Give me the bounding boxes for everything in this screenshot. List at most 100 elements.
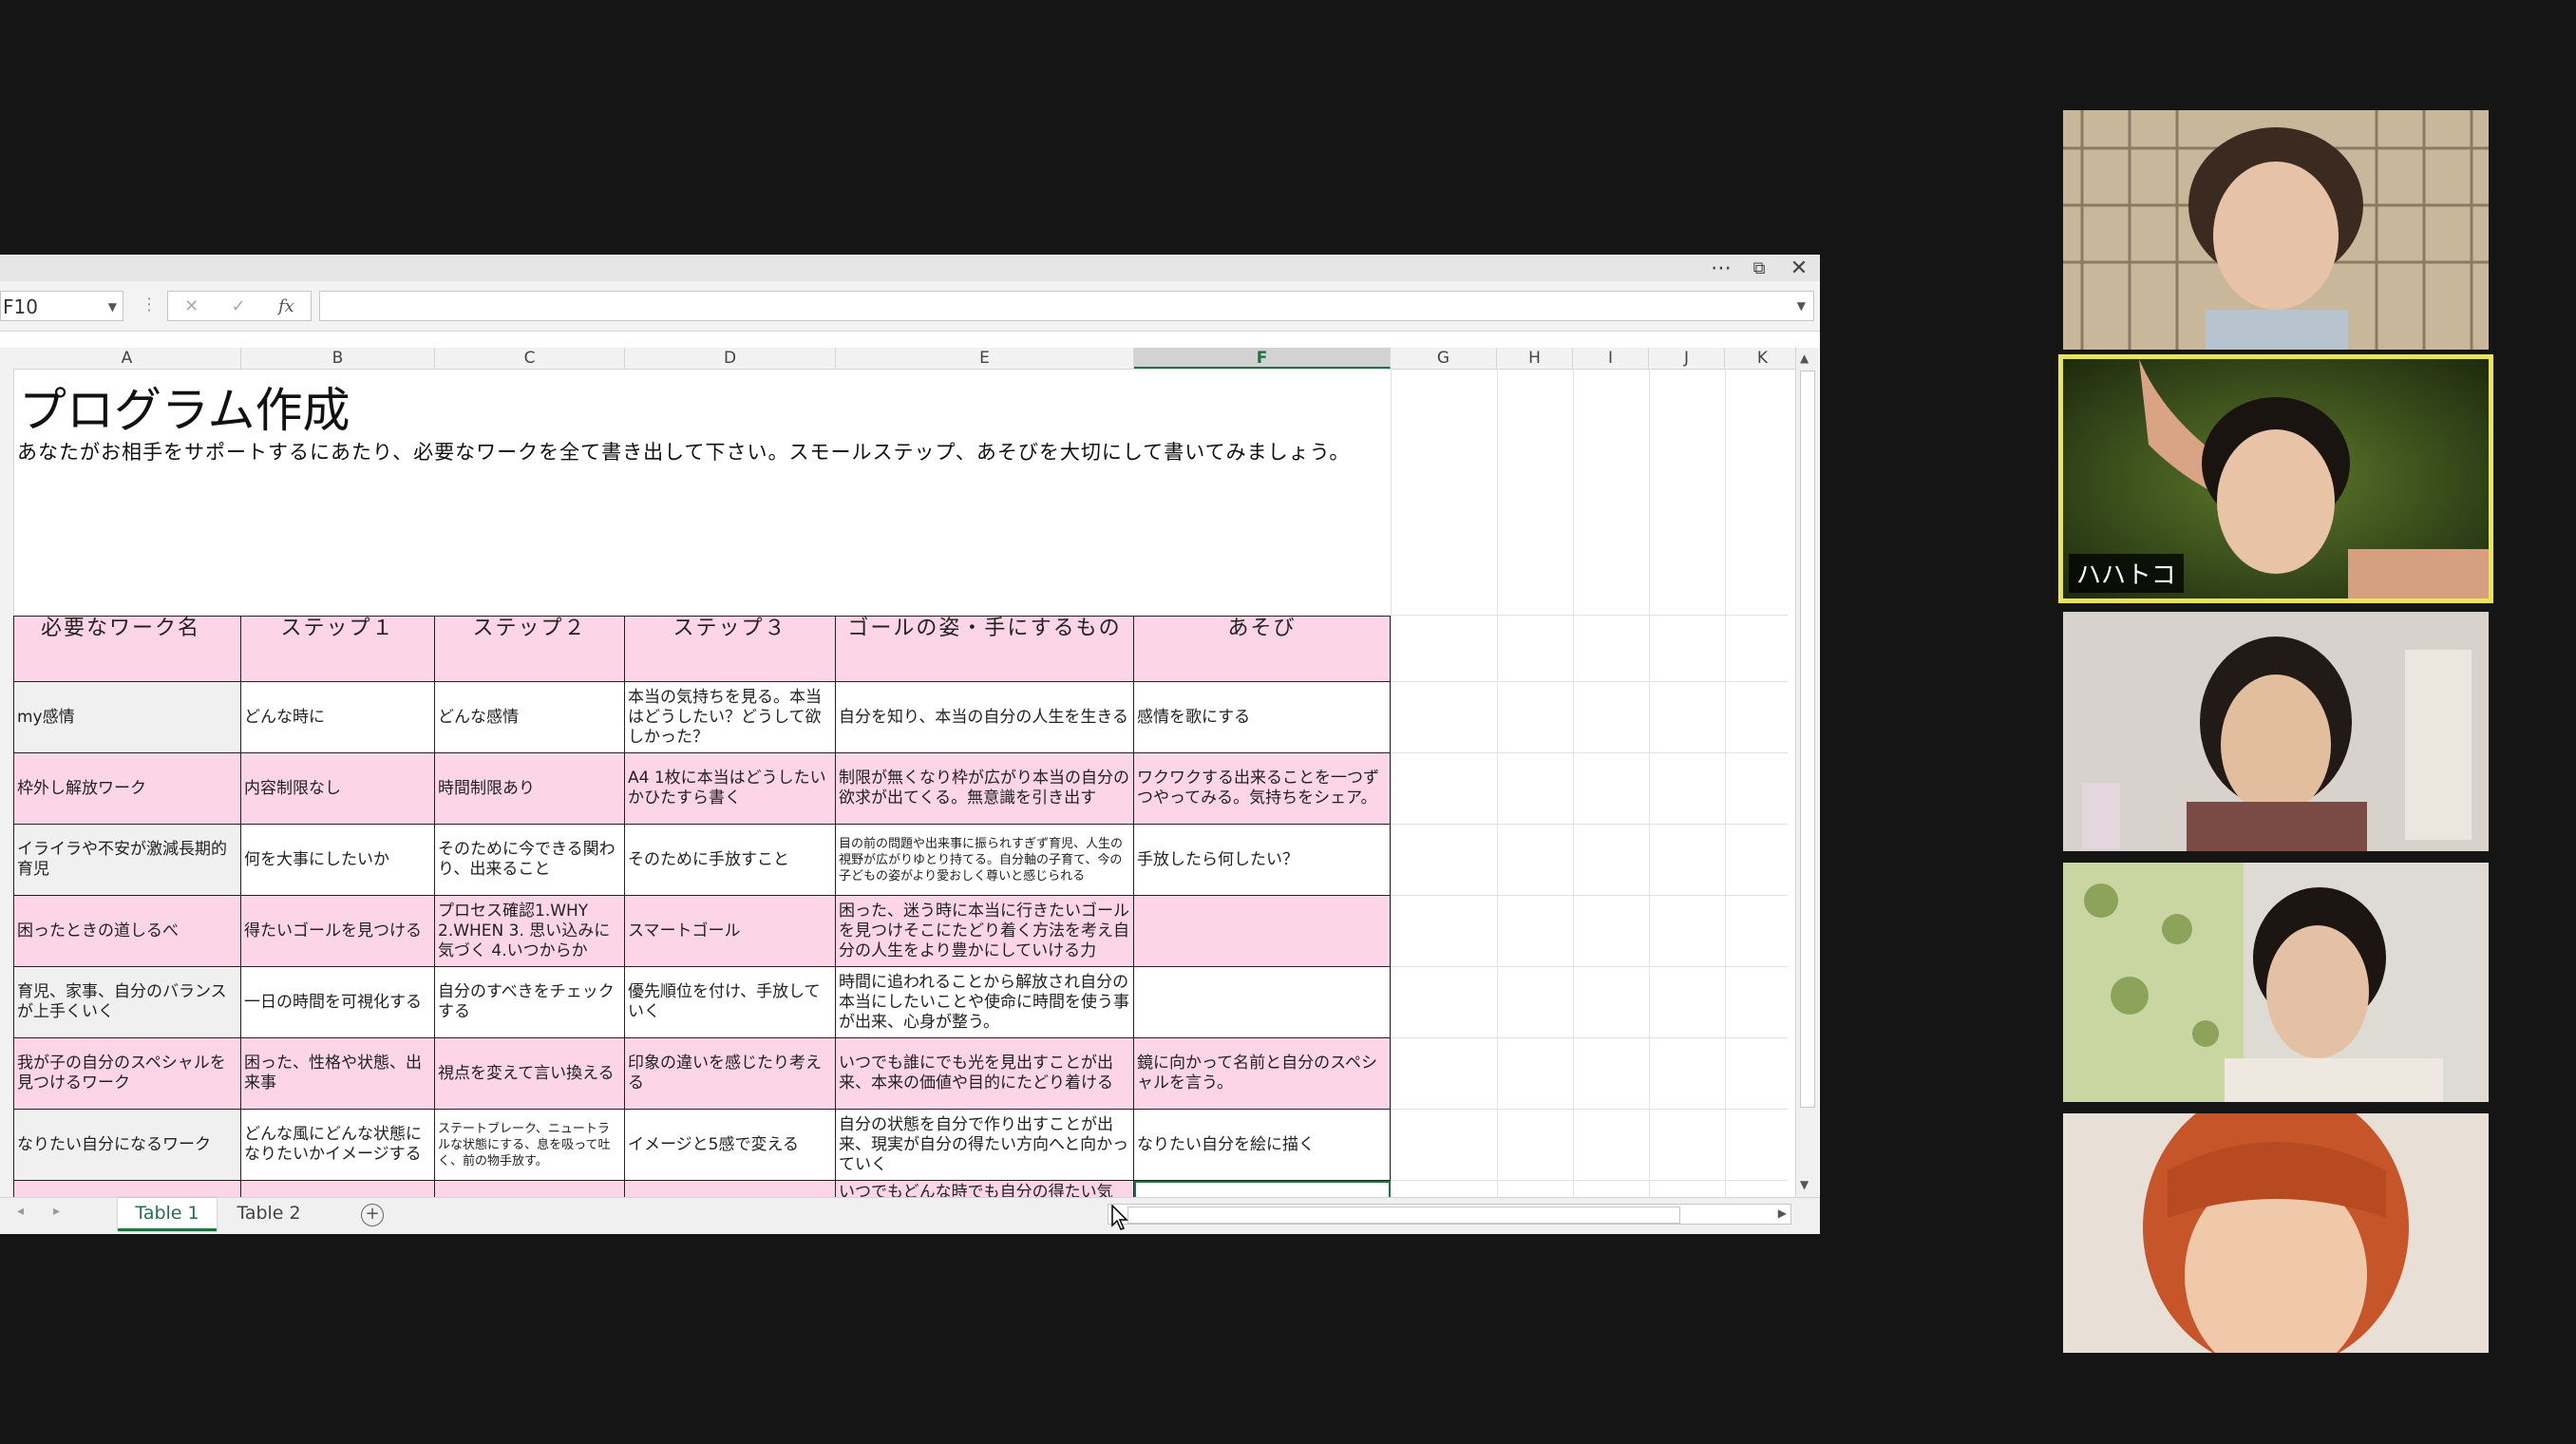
sheet-title: プログラム作成 xyxy=(19,383,350,438)
table-header-cell[interactable]: 必要なワーク名 xyxy=(13,616,241,682)
table-header-cell[interactable]: あそび xyxy=(1134,616,1391,682)
table-cell[interactable]: 自分を知り、本当の自分の人生を生きる xyxy=(836,682,1134,753)
table-header-cell[interactable]: ステップ１ xyxy=(241,616,435,682)
column-header-g[interactable]: G xyxy=(1391,348,1497,369)
table-cell[interactable]: 手放したら何したい？ xyxy=(1134,825,1391,896)
column-header-c[interactable]: C xyxy=(435,348,625,369)
table-cell[interactable]: どんな時に xyxy=(241,682,435,753)
table-cell[interactable]: A4 1枚に本当はどうしたいかひたすら書く xyxy=(625,753,836,825)
column-header-f[interactable]: F xyxy=(1134,348,1391,369)
scroll-down-icon[interactable]: ▼ xyxy=(1800,1178,1809,1191)
formula-input[interactable]: ▼ xyxy=(319,291,1814,321)
table-cell[interactable]: 育児、家事、自分のバランスが上手くいく xyxy=(13,967,241,1038)
table-cell[interactable]: イライラや不安が激減長期的育児 xyxy=(13,825,241,896)
column-header-k[interactable]: K xyxy=(1725,348,1801,369)
close-icon[interactable]: ✕ xyxy=(1780,255,1818,281)
cancel-icon[interactable]: ✕ xyxy=(184,296,199,316)
table-header-cell[interactable]: ステップ２ xyxy=(435,616,625,682)
table-cell[interactable]: なりたい自分を絵に描く xyxy=(1134,1110,1391,1181)
table-cell[interactable]: 自分の状態を自分で作り出すことが出来、現実が自分の得たい方向へと向かっていく xyxy=(836,1110,1134,1181)
table-cell[interactable]: どんな風にどんな状態になりたいかイメージする xyxy=(241,1110,435,1181)
column-header-e[interactable]: E xyxy=(836,348,1134,369)
table-cell[interactable]: どんな感情 xyxy=(435,682,625,753)
table-cell[interactable]: 困った、迷う時に本当に行きたいゴールを見つけそこにたどり着く方法を考え自分の人生… xyxy=(836,896,1134,967)
gridline xyxy=(1725,369,1726,1197)
participant-video-4[interactable] xyxy=(2063,863,2489,1102)
table-cell[interactable]: そのために手放すこと xyxy=(625,825,836,896)
table-cell[interactable]: 枠外し解放ワーク xyxy=(13,753,241,825)
table-header-cell[interactable]: ゴールの姿・手にするもの xyxy=(836,616,1134,682)
chevron-down-icon[interactable]: ▼ xyxy=(108,292,117,322)
table-cell[interactable]: 困ったときの道しるべ xyxy=(13,896,241,967)
table-cell[interactable]: 内容制限なし xyxy=(241,753,435,825)
table-cell[interactable]: 何を大事にしたいか xyxy=(241,825,435,896)
check-icon[interactable]: ✓ xyxy=(232,296,246,316)
participant-1-video-frame xyxy=(2063,110,2489,350)
table-cell[interactable] xyxy=(1134,1181,1391,1197)
table-cell[interactable]: プロセス確認1.WHY 2.WHEN 3. 思い込みに気づく 4.いつからか xyxy=(435,896,625,967)
table-cell[interactable]: 我が子の自分のスペシャルを見つけるワーク xyxy=(13,1038,241,1110)
table-cell[interactable] xyxy=(241,1181,435,1197)
table-cell[interactable]: 感情を歌にする xyxy=(1134,682,1391,753)
horizontal-scroll-thumb[interactable] xyxy=(1127,1206,1680,1224)
tab-prev-icon[interactable]: ◂ xyxy=(17,1204,24,1219)
table-cell[interactable]: スマートゴール xyxy=(625,896,836,967)
table-header-cell[interactable]: ステップ３ xyxy=(625,616,836,682)
separator-icon: ⋮ xyxy=(141,294,158,314)
table-cell[interactable]: 制限が無くなり枠が広がり本当の自分の欲求が出てくる。無意識を引き出す xyxy=(836,753,1134,825)
add-sheet-icon[interactable]: + xyxy=(361,1204,384,1226)
spreadsheet-window: ⋯ ⧉ ✕ F10 ▼ ⋮ ✕ ✓ fx ▼ ABCDEFGHIJK プログラム… xyxy=(0,255,1820,1234)
tab-table-1[interactable]: Table 1 xyxy=(118,1198,217,1231)
tab-next-icon[interactable]: ▸ xyxy=(53,1204,60,1219)
table-cell[interactable]: ワクワクする出来ることを一つずつやってみる。気持ちをシェア。 xyxy=(1134,753,1391,825)
table-cell[interactable]: イメージと5感で変える xyxy=(625,1110,836,1181)
vertical-scroll-thumb[interactable] xyxy=(1800,370,1815,1108)
function-icon[interactable]: fx xyxy=(278,296,294,316)
column-header-d[interactable]: D xyxy=(625,348,836,369)
table-cell[interactable]: なりたい自分になるワーク xyxy=(13,1110,241,1181)
table-cell[interactable]: 鏡に向かって名前と自分のスペシャルを言う。 xyxy=(1134,1038,1391,1110)
name-box[interactable]: F10 ▼ xyxy=(0,291,123,321)
table-cell[interactable]: 自分のすべきをチェックする xyxy=(435,967,625,1038)
table-cell[interactable] xyxy=(13,1181,241,1197)
column-header-i[interactable]: I xyxy=(1573,348,1649,369)
restore-icon[interactable]: ⧉ xyxy=(1740,255,1778,281)
tab-table-2[interactable]: Table 2 xyxy=(224,1198,313,1228)
gridline xyxy=(1391,824,1788,825)
table-cell[interactable]: いつでもどんな時でも自分の得たい気 xyxy=(836,1181,1134,1197)
table-cell[interactable]: そのために今できる関わり、出来ること xyxy=(435,825,625,896)
table-cell[interactable]: 印象の違いを感じたり考える xyxy=(625,1038,836,1110)
table-cell[interactable]: 優先順位を付け、手放していく xyxy=(625,967,836,1038)
table-cell[interactable] xyxy=(435,1181,625,1197)
horizontal-scrollbar[interactable]: ▶ xyxy=(1108,1204,1791,1225)
scroll-up-icon[interactable]: ▲ xyxy=(1800,352,1809,365)
participant-video-1[interactable] xyxy=(2063,110,2489,350)
table-cell[interactable]: 時間制限あり xyxy=(435,753,625,825)
table-cell[interactable] xyxy=(1134,896,1391,967)
gridline xyxy=(1391,1109,1788,1110)
vertical-scrollbar[interactable]: ▲ ▼ xyxy=(1795,348,1819,1197)
table-cell[interactable]: 本当の気持ちを見る。本当はどうしたい？どうして欲しかった？ xyxy=(625,682,836,753)
column-header-a[interactable]: A xyxy=(13,348,241,369)
ellipsis-icon[interactable]: ⋯ xyxy=(1702,255,1740,281)
table-cell[interactable]: my感情 xyxy=(13,682,241,753)
participant-video-2[interactable]: ハハトコ xyxy=(2058,354,2493,603)
cell-grid[interactable]: プログラム作成 あなたがお相手をサポートするにあたり、必要なワークを全て書き出し… xyxy=(13,369,1788,1197)
table-cell[interactable]: ステートブレーク、ニュートラルな状態にする、息を吸って吐く、前の物手放す。 xyxy=(435,1110,625,1181)
table-cell[interactable]: 困った、性格や状態、出来事 xyxy=(241,1038,435,1110)
column-header-h[interactable]: H xyxy=(1497,348,1573,369)
scroll-right-icon[interactable]: ▶ xyxy=(1778,1206,1787,1220)
table-cell[interactable]: 得たいゴールを見つける xyxy=(241,896,435,967)
table-cell[interactable]: 時間に追われることから解放され自分の本当にしたいことや使命に時間を使う事が出来、… xyxy=(836,967,1134,1038)
table-cell[interactable] xyxy=(625,1181,836,1197)
participant-video-3[interactable] xyxy=(2063,612,2489,851)
table-cell[interactable]: 目の前の問題や出来事に振られすぎず育児、人生の視野が広がりゆとり持てる。自分軸の… xyxy=(836,825,1134,896)
table-cell[interactable]: 一日の時間を可視化する xyxy=(241,967,435,1038)
table-cell[interactable]: いつでも誰にでも光を見出すことが出来、本来の価値や目的にたどり着ける xyxy=(836,1038,1134,1110)
participant-video-5[interactable] xyxy=(2063,1113,2489,1353)
table-cell[interactable]: 視点を変えて言い換える xyxy=(435,1038,625,1110)
column-header-j[interactable]: J xyxy=(1649,348,1725,369)
table-cell[interactable] xyxy=(1134,967,1391,1038)
chevron-down-icon[interactable]: ▼ xyxy=(1797,299,1806,313)
column-header-b[interactable]: B xyxy=(241,348,435,369)
